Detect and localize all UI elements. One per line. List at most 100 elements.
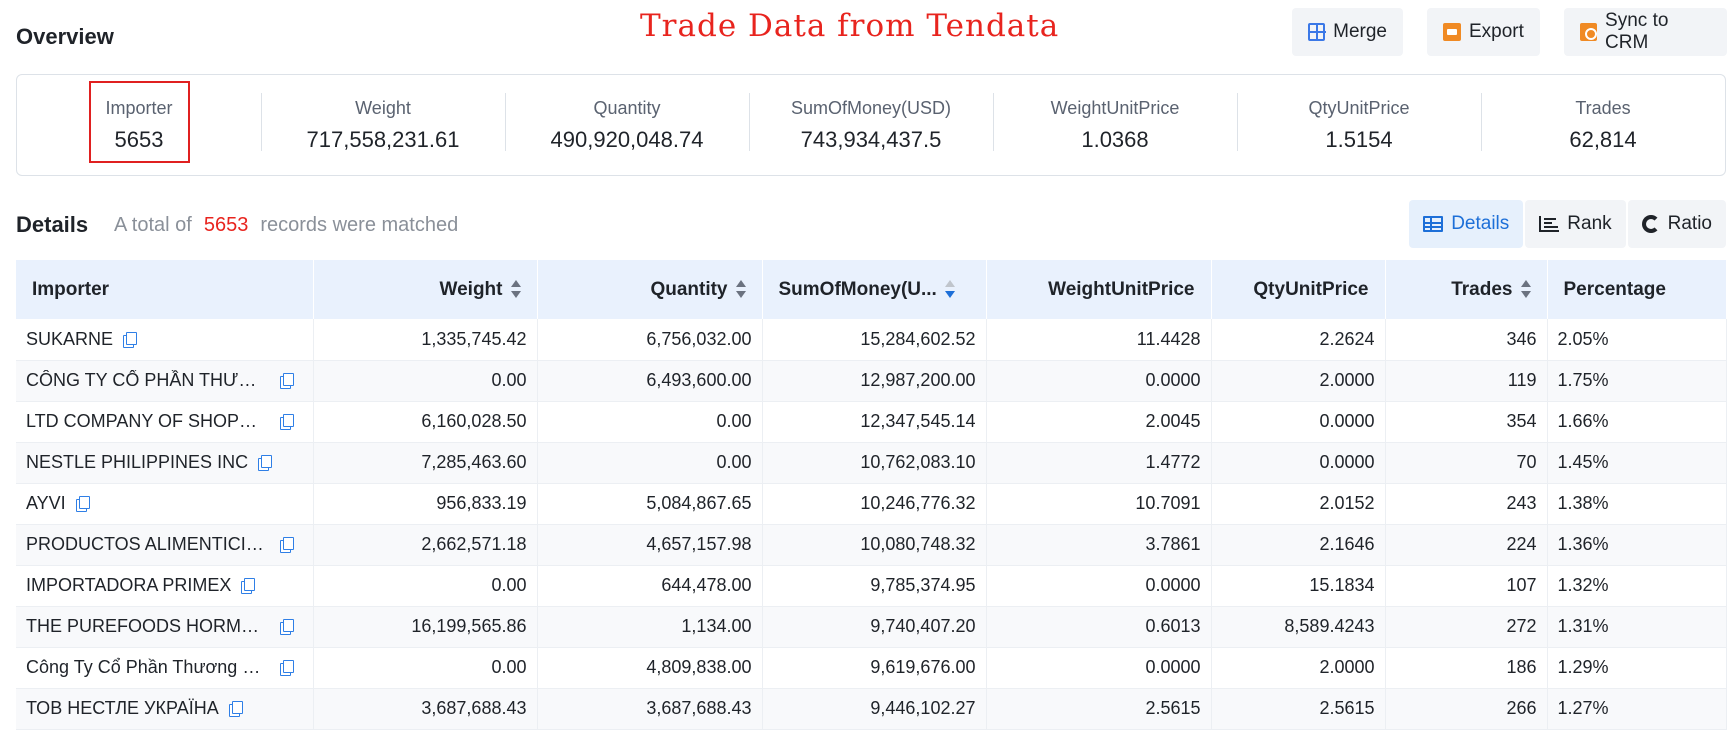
stat-label: Trades xyxy=(1575,97,1631,118)
stat-label: QtyUnitPrice xyxy=(1308,97,1410,118)
trades-cell: 107 xyxy=(1385,565,1548,607)
percentage-cell: 1.36% xyxy=(1547,524,1727,566)
copy-icon[interactable] xyxy=(123,331,138,348)
sort-desc-icon[interactable] xyxy=(944,280,955,299)
column-header-quantity[interactable]: Quantity xyxy=(537,260,763,319)
copy-icon[interactable] xyxy=(280,619,294,635)
table-row: SUKARNE 1,335,745.42 6,756,032.00 15,284… xyxy=(16,319,1727,361)
tab-ratio[interactable]: Ratio xyxy=(1627,200,1726,248)
quantity-cell: 5,084,867.65 xyxy=(537,483,763,525)
percentage-cell: 1.38% xyxy=(1547,483,1727,525)
copy-icon[interactable] xyxy=(280,660,294,676)
copy-icon[interactable] xyxy=(280,537,294,553)
importer-name[interactable]: CÔNG TY CỔ PHẦN THƯƠN... xyxy=(26,370,266,391)
copy-icon[interactable] xyxy=(241,578,256,594)
weight-cell: 16,199,565.86 xyxy=(313,606,538,648)
table-row: ТОВ НЕСТЛЕ УКРАЇНА 3,687,688.43 3,687,68… xyxy=(16,688,1727,730)
table-grid-icon xyxy=(1423,216,1444,232)
table-row: IMPORTADORA PRIMEX 0.00 644,478.00 9,785… xyxy=(16,565,1727,607)
quantity-cell: 6,493,600.00 xyxy=(537,360,763,402)
bar-rank-icon xyxy=(1539,216,1560,232)
sort-icon[interactable] xyxy=(510,280,521,299)
stat-value: 1.5154 xyxy=(1325,126,1393,152)
trades-cell: 354 xyxy=(1385,401,1548,443)
column-header-sum-of-money[interactable]: SumOfMoney(U... xyxy=(762,260,987,319)
importer-name[interactable]: PRODUCTOS ALIMENTICIOS... xyxy=(26,534,266,555)
importer-name[interactable]: Công Ty Cổ Phần Thương M... xyxy=(26,657,266,678)
percentage-cell: 2.05% xyxy=(1547,319,1727,361)
stat-value: 717,558,231.61 xyxy=(306,126,460,152)
column-header-trades[interactable]: Trades xyxy=(1385,260,1548,319)
sum-of-money-cell: 10,080,748.32 xyxy=(762,524,987,566)
sort-icon[interactable] xyxy=(1520,280,1531,299)
stat-label: Weight xyxy=(355,97,411,118)
weight-cell: 7,285,463.60 xyxy=(313,442,538,484)
importer-name[interactable]: THE PUREFOODS HORMEL ... xyxy=(26,616,266,637)
importer-name[interactable]: ТОВ НЕСТЛЕ УКРАЇНА xyxy=(26,698,219,719)
column-header-label: QtyUnitPrice xyxy=(1253,278,1369,300)
quantity-cell: 4,809,838.00 xyxy=(537,647,763,689)
importer-cell: SUKARNE xyxy=(16,319,314,361)
column-header-qty-unit-price: QtyUnitPrice xyxy=(1211,260,1386,319)
column-header-label: Percentage xyxy=(1563,278,1666,300)
weight-cell: 2,662,571.18 xyxy=(313,524,538,566)
importer-cell: LTD COMPANY OF SHOPPIN... xyxy=(16,401,314,443)
weight-unit-price-cell: 1.4772 xyxy=(986,442,1212,484)
importer-cell: AYVI xyxy=(16,483,314,525)
tab-details-label: Details xyxy=(1451,213,1510,234)
sort-icon[interactable] xyxy=(735,280,746,299)
sync-to-crm-button[interactable]: Sync to CRM xyxy=(1564,8,1727,56)
tab-rank[interactable]: Rank xyxy=(1525,200,1626,248)
copy-icon[interactable] xyxy=(280,414,294,430)
column-header-weight-unit-price: WeightUnitPrice xyxy=(986,260,1212,319)
quantity-cell: 0.00 xyxy=(537,442,763,484)
importer-cell: IMPORTADORA PRIMEX xyxy=(16,565,314,607)
weight-unit-price-cell: 10.7091 xyxy=(986,483,1212,525)
stat-importer: Importer 5653 xyxy=(17,75,261,175)
weight-unit-price-cell: 0.0000 xyxy=(986,360,1212,402)
qty-unit-price-cell: 2.0000 xyxy=(1211,647,1386,689)
importer-name[interactable]: LTD COMPANY OF SHOPPIN... xyxy=(26,411,266,432)
copy-icon[interactable] xyxy=(280,373,294,389)
quantity-cell: 3,687,688.43 xyxy=(537,688,763,730)
stat-value: 743,934,437.5 xyxy=(800,126,942,152)
sum-of-money-cell: 9,785,374.95 xyxy=(762,565,987,607)
quantity-cell: 1,134.00 xyxy=(537,606,763,648)
stat-label: SumOfMoney(USD) xyxy=(790,97,952,118)
quantity-cell: 0.00 xyxy=(537,401,763,443)
table-row: PRODUCTOS ALIMENTICIOS... 2,662,571.18 4… xyxy=(16,524,1727,566)
weight-cell: 0.00 xyxy=(313,360,538,402)
merge-button-label: Merge xyxy=(1333,21,1387,42)
column-header-label: Importer xyxy=(32,278,110,300)
export-button[interactable]: Export xyxy=(1427,8,1540,56)
tab-details[interactable]: Details xyxy=(1409,200,1524,248)
weight-unit-price-cell: 2.0045 xyxy=(986,401,1212,443)
weight-unit-price-cell: 0.0000 xyxy=(986,647,1212,689)
weight-cell: 6,160,028.50 xyxy=(313,401,538,443)
sum-of-money-cell: 10,762,083.10 xyxy=(762,442,987,484)
importer-name[interactable]: SUKARNE xyxy=(26,329,113,350)
copy-icon[interactable] xyxy=(228,701,243,717)
stat-quantity: Quantity 490,920,048.74 xyxy=(505,75,749,175)
importer-name[interactable]: IMPORTADORA PRIMEX xyxy=(26,575,231,596)
summary-suffix: records were matched xyxy=(260,214,459,236)
overview-title: Overview xyxy=(16,24,114,49)
column-header-weight[interactable]: Weight xyxy=(313,260,538,319)
percentage-cell: 1.32% xyxy=(1547,565,1727,607)
sum-of-money-cell: 15,284,602.52 xyxy=(762,319,987,361)
table-row: AYVI 956,833.19 5,084,867.65 10,246,776.… xyxy=(16,483,1727,525)
merge-button[interactable]: Merge xyxy=(1292,8,1403,56)
sum-of-money-cell: 12,987,200.00 xyxy=(762,360,987,402)
importer-cell: ТОВ НЕСТЛЕ УКРАЇНА xyxy=(16,688,314,730)
copy-icon[interactable] xyxy=(258,455,273,471)
table-row: THE PUREFOODS HORMEL ... 16,199,565.86 1… xyxy=(16,606,1727,648)
importer-name[interactable]: AYVI xyxy=(26,493,66,514)
table-row: LTD COMPANY OF SHOPPIN... 6,160,028.50 0… xyxy=(16,401,1727,443)
qty-unit-price-cell: 15.1834 xyxy=(1211,565,1386,607)
quantity-cell: 4,657,157.98 xyxy=(537,524,763,566)
qty-unit-price-cell: 2.0152 xyxy=(1211,483,1386,525)
copy-icon[interactable] xyxy=(75,496,90,512)
trades-cell: 224 xyxy=(1385,524,1548,566)
weight-cell: 0.00 xyxy=(313,565,538,607)
importer-name[interactable]: NESTLE PHILIPPINES INC xyxy=(26,452,248,473)
